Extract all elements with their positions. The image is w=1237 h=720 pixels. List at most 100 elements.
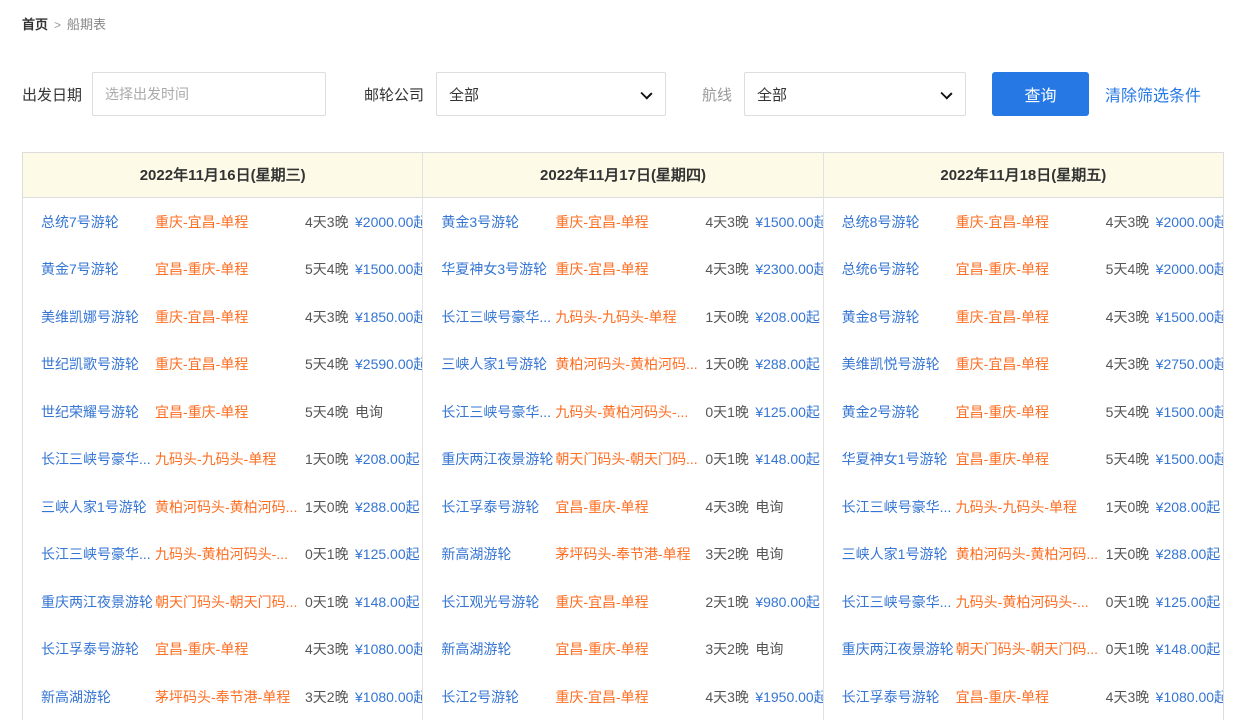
route-link[interactable]: 朝天门码头-朝天门码...: [555, 449, 705, 469]
ship-name-link[interactable]: 重庆两江夜景游轮: [441, 449, 555, 469]
ship-name-link[interactable]: 总统8号游轮: [842, 212, 956, 232]
route-link[interactable]: 宜昌-重庆-单程: [555, 497, 705, 517]
price-link[interactable]: ¥2590.00起: [355, 354, 422, 374]
route-link[interactable]: 重庆-宜昌-单程: [555, 592, 705, 612]
ship-name-link[interactable]: 长江孚泰号游轮: [441, 497, 555, 517]
route-link[interactable]: 朝天门码头-朝天门码...: [155, 592, 305, 612]
price-link[interactable]: ¥2000.00起: [1156, 259, 1223, 279]
route-link[interactable]: 宜昌-重庆-单程: [956, 449, 1106, 469]
route-link[interactable]: 宜昌-重庆-单程: [956, 259, 1106, 279]
price-link[interactable]: ¥1080.00起: [1156, 687, 1223, 707]
ship-name-link[interactable]: 长江孚泰号游轮: [41, 639, 155, 659]
price-link[interactable]: ¥1950.00起: [755, 687, 822, 707]
price-link[interactable]: ¥2750.00起: [1156, 354, 1223, 374]
route-link[interactable]: 宜昌-重庆-单程: [956, 687, 1106, 707]
route-link[interactable]: 黄柏河码头-黄柏河码...: [155, 497, 305, 517]
route-link[interactable]: 茅坪码头-奉节港-单程: [555, 544, 705, 564]
price-link[interactable]: ¥1500.00起: [755, 212, 822, 232]
ship-name-link[interactable]: 重庆两江夜景游轮: [842, 639, 956, 659]
search-button[interactable]: 查询: [992, 72, 1089, 116]
route-link[interactable]: 九码头-黄柏河码头-...: [155, 544, 305, 564]
ship-name-link[interactable]: 世纪凯歌号游轮: [41, 354, 155, 374]
ship-name-link[interactable]: 华夏神女3号游轮: [441, 259, 555, 279]
clear-filters-link[interactable]: 清除筛选条件: [1105, 82, 1201, 106]
price-link[interactable]: ¥1850.00起: [355, 307, 422, 327]
route-link[interactable]: 宜昌-重庆-单程: [155, 259, 305, 279]
route-link[interactable]: 九码头-九码头-单程: [956, 497, 1106, 517]
price-link[interactable]: ¥288.00起: [355, 497, 422, 517]
route-link[interactable]: 黄柏河码头-黄柏河码...: [555, 354, 705, 374]
price-link[interactable]: ¥980.00起: [755, 592, 822, 612]
breadcrumb-home-link[interactable]: 首页: [22, 17, 48, 32]
route-select[interactable]: 全部: [744, 72, 966, 116]
price-link[interactable]: ¥2000.00起: [355, 212, 422, 232]
price-link[interactable]: ¥208.00起: [755, 307, 822, 327]
ship-name-link[interactable]: 新高湖游轮: [441, 639, 555, 659]
ship-name-link[interactable]: 长江三峡号豪华...: [441, 402, 555, 422]
price-link[interactable]: ¥125.00起: [355, 544, 422, 564]
departure-date-input[interactable]: [92, 72, 326, 116]
route-link[interactable]: 黄柏河码头-黄柏河码...: [956, 544, 1106, 564]
price-link[interactable]: ¥288.00起: [1156, 544, 1223, 564]
ship-name-link[interactable]: 世纪荣耀号游轮: [41, 402, 155, 422]
route-link[interactable]: 重庆-宜昌-单程: [956, 354, 1106, 374]
price-link[interactable]: ¥208.00起: [355, 449, 422, 469]
price-link[interactable]: ¥2000.00起: [1156, 212, 1223, 232]
ship-name-link[interactable]: 华夏神女1号游轮: [842, 449, 956, 469]
route-link[interactable]: 九码头-黄柏河码头-...: [555, 402, 705, 422]
route-link[interactable]: 宜昌-重庆-单程: [155, 639, 305, 659]
ship-name-link[interactable]: 长江三峡号豪华...: [842, 592, 956, 612]
ship-name-link[interactable]: 新高湖游轮: [441, 544, 555, 564]
route-link[interactable]: 重庆-宜昌-单程: [155, 212, 305, 232]
route-link[interactable]: 重庆-宜昌-单程: [555, 687, 705, 707]
ship-name-link[interactable]: 长江三峡号豪华...: [842, 497, 956, 517]
price-link[interactable]: ¥1080.00起: [355, 687, 422, 707]
route-link[interactable]: 重庆-宜昌-单程: [555, 212, 705, 232]
price-link[interactable]: ¥288.00起: [755, 354, 822, 374]
ship-name-link[interactable]: 黄金3号游轮: [441, 212, 555, 232]
route-link[interactable]: 宜昌-重庆-单程: [555, 639, 705, 659]
route-link[interactable]: 九码头-九码头-单程: [555, 307, 705, 327]
route-link[interactable]: 茅坪码头-奉节港-单程: [155, 687, 305, 707]
price-link[interactable]: ¥148.00起: [755, 449, 822, 469]
route-link[interactable]: 九码头-黄柏河码头-...: [956, 592, 1106, 612]
price-link[interactable]: ¥148.00起: [1156, 639, 1223, 659]
ship-name-link[interactable]: 长江三峡号豪华...: [441, 307, 555, 327]
price-link[interactable]: ¥2300.00起: [755, 259, 822, 279]
ship-name-link[interactable]: 总统6号游轮: [842, 259, 956, 279]
route-link[interactable]: 重庆-宜昌-单程: [956, 212, 1106, 232]
ship-name-link[interactable]: 长江观光号游轮: [441, 592, 555, 612]
route-link[interactable]: 重庆-宜昌-单程: [155, 354, 305, 374]
price-link[interactable]: ¥1080.00起: [355, 639, 422, 659]
price-link[interactable]: ¥125.00起: [1156, 592, 1223, 612]
ship-name-link[interactable]: 三峡人家1号游轮: [842, 544, 956, 564]
route-link[interactable]: 朝天门码头-朝天门码...: [956, 639, 1106, 659]
route-link[interactable]: 重庆-宜昌-单程: [956, 307, 1106, 327]
route-link[interactable]: 宜昌-重庆-单程: [956, 402, 1106, 422]
ship-name-link[interactable]: 新高湖游轮: [41, 687, 155, 707]
route-link[interactable]: 宜昌-重庆-单程: [155, 402, 305, 422]
price-link[interactable]: ¥125.00起: [755, 402, 822, 422]
route-link[interactable]: 重庆-宜昌-单程: [155, 307, 305, 327]
ship-name-link[interactable]: 长江三峡号豪华...: [41, 449, 155, 469]
ship-name-link[interactable]: 三峡人家1号游轮: [41, 497, 155, 517]
price-link[interactable]: ¥148.00起: [355, 592, 422, 612]
route-link[interactable]: 重庆-宜昌-单程: [555, 259, 705, 279]
ship-name-link[interactable]: 总统7号游轮: [41, 212, 155, 232]
price-link[interactable]: ¥1500.00起: [355, 259, 422, 279]
ship-name-link[interactable]: 美维凯悦号游轮: [842, 354, 956, 374]
ship-name-link[interactable]: 美维凯娜号游轮: [41, 307, 155, 327]
ship-name-link[interactable]: 黄金2号游轮: [842, 402, 956, 422]
price-link[interactable]: ¥1500.00起: [1156, 449, 1223, 469]
ship-name-link[interactable]: 黄金7号游轮: [41, 259, 155, 279]
cruise-company-select[interactable]: 全部: [436, 72, 666, 116]
ship-name-link[interactable]: 三峡人家1号游轮: [441, 354, 555, 374]
price-link[interactable]: ¥1500.00起: [1156, 402, 1223, 422]
price-link[interactable]: ¥1500.00起: [1156, 307, 1223, 327]
price-link[interactable]: ¥208.00起: [1156, 497, 1223, 517]
ship-name-link[interactable]: 重庆两江夜景游轮: [41, 592, 155, 612]
ship-name-link[interactable]: 黄金8号游轮: [842, 307, 956, 327]
ship-name-link[interactable]: 长江孚泰号游轮: [842, 687, 956, 707]
ship-name-link[interactable]: 长江三峡号豪华...: [41, 544, 155, 564]
route-link[interactable]: 九码头-九码头-单程: [155, 449, 305, 469]
